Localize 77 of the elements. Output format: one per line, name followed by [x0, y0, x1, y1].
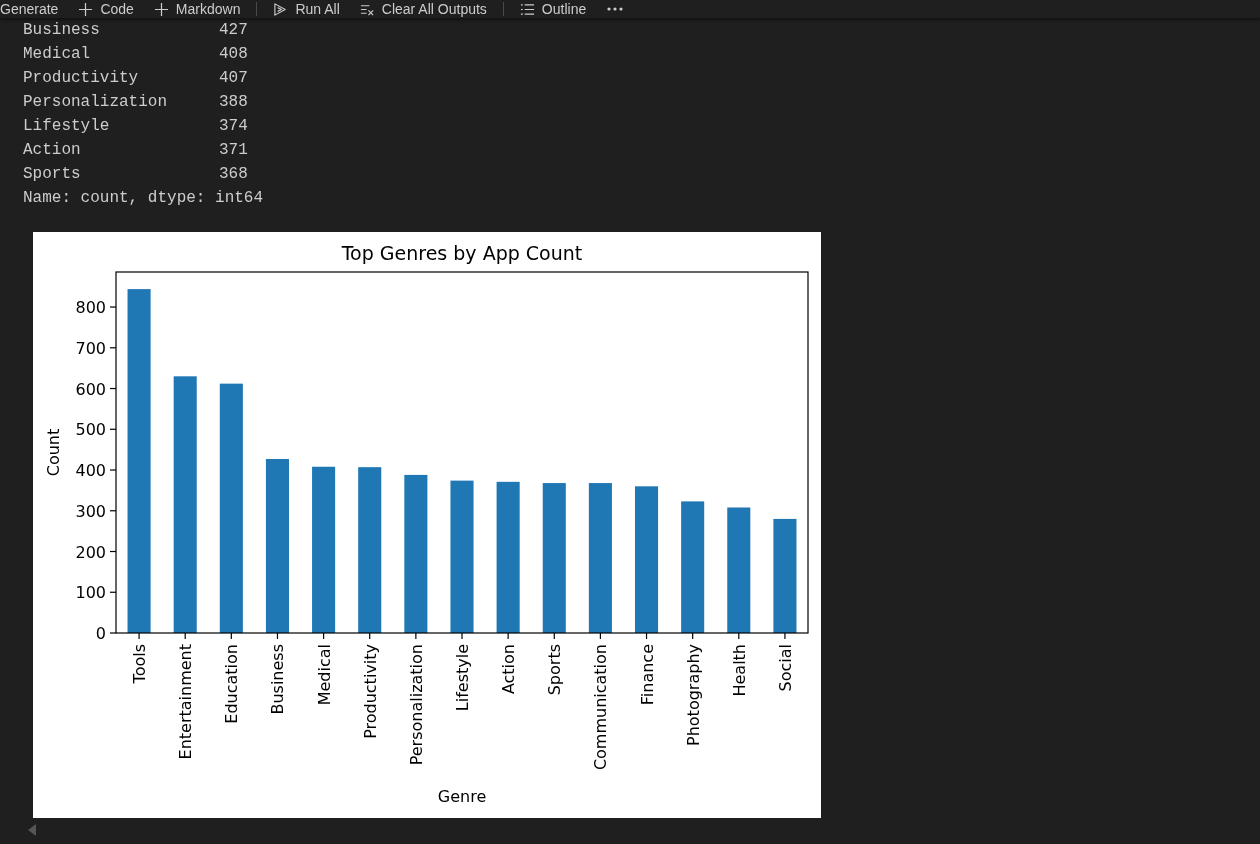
tick-mark [323, 632, 325, 640]
add-cell-button[interactable]: Markdown [153, 0, 241, 18]
genre-name: Action [23, 140, 81, 161]
x-tick-label: Lifestyle [453, 644, 472, 712]
genre-count: 408 [219, 44, 248, 65]
genre-name: Business [23, 20, 100, 41]
tick-mark [369, 632, 371, 640]
tick-mark [276, 632, 279, 640]
tick-mark [553, 632, 555, 640]
genre-name: Personalization [23, 92, 168, 113]
x-tick-label: Finance [637, 644, 657, 706]
x-tick-label: Education [222, 644, 242, 724]
genre-name: Medical [23, 44, 91, 65]
tick-mark [138, 632, 140, 640]
y-tick-label: 300 [75, 501, 106, 521]
x-tick-label: Medical [314, 644, 334, 706]
tick-mark [109, 347, 117, 349]
tick-mark [109, 591, 117, 593]
x-tick-label: Sports [545, 644, 565, 696]
y-tick-label: 700 [75, 338, 106, 358]
plus-icon [78, 1, 94, 17]
x-tick-label: Personalization [406, 644, 426, 766]
x-axis-label: Genre [437, 787, 487, 806]
x-tick-label: Health [729, 644, 749, 697]
run-all-button[interactable]: Run All [273, 0, 340, 18]
list-icon [519, 1, 535, 17]
series-info: Name: count, dtype: int64 [23, 188, 264, 209]
tick-mark [599, 632, 601, 640]
tick-mark [109, 387, 117, 390]
tick-mark [692, 632, 694, 640]
x-tick-label: Action [499, 644, 519, 695]
tick-mark [784, 632, 786, 640]
play-icon [273, 1, 289, 17]
x-tick-label: Communication [591, 644, 611, 771]
tick-mark [109, 632, 117, 634]
genre-name: Sports [23, 164, 81, 185]
tick-mark [109, 306, 117, 308]
y-tick-label: 100 [75, 583, 106, 603]
tick-mark [738, 632, 740, 640]
tick-mark [645, 632, 648, 640]
tick-mark [184, 632, 186, 640]
y-tick-label: 200 [75, 542, 106, 562]
x-tick-label: Business [268, 644, 288, 715]
add-cell-button[interactable]: Code [78, 0, 134, 18]
y-tick-label: 600 [75, 379, 106, 399]
x-tick-label: Social [775, 644, 795, 692]
y-tick-label: 800 [75, 298, 106, 318]
plus-icon [153, 1, 169, 17]
x-tick-label: Entertainment [176, 644, 196, 760]
genre-name: Productivity [23, 68, 139, 89]
tick-mark [109, 550, 117, 553]
outline-button[interactable]: Outline [519, 0, 587, 18]
y-tick-label: 0 [95, 624, 106, 643]
tick-mark [109, 510, 117, 512]
y-tick-label: 400 [75, 461, 106, 480]
generate-button[interactable]: Generate [0, 0, 59, 18]
genre-count: 374 [219, 116, 248, 137]
clear-outputs-button[interactable]: Clear All Outputs [359, 0, 487, 18]
genre-name: Lifestyle [23, 116, 110, 137]
y-tick-label: 500 [75, 420, 106, 440]
genre-count: 427 [219, 20, 248, 41]
tick-mark [109, 469, 117, 471]
genre-count: 368 [219, 164, 248, 185]
x-tick-label: Tools [130, 644, 150, 684]
x-tick-label: Productivity [360, 644, 380, 739]
tick-mark [507, 632, 509, 640]
more-icon [606, 6, 625, 12]
tick-mark [461, 632, 463, 640]
y-axis-label: Count [44, 428, 63, 477]
x-tick-label: Photography [683, 644, 703, 746]
tick-mark [109, 428, 117, 430]
genre-count: 371 [219, 140, 248, 161]
genre-count: 407 [219, 68, 248, 89]
chart-title: Top Genres by App Count [341, 242, 583, 264]
tick-mark [230, 632, 232, 640]
genre-count: 388 [219, 92, 248, 113]
tick-mark [415, 632, 417, 640]
